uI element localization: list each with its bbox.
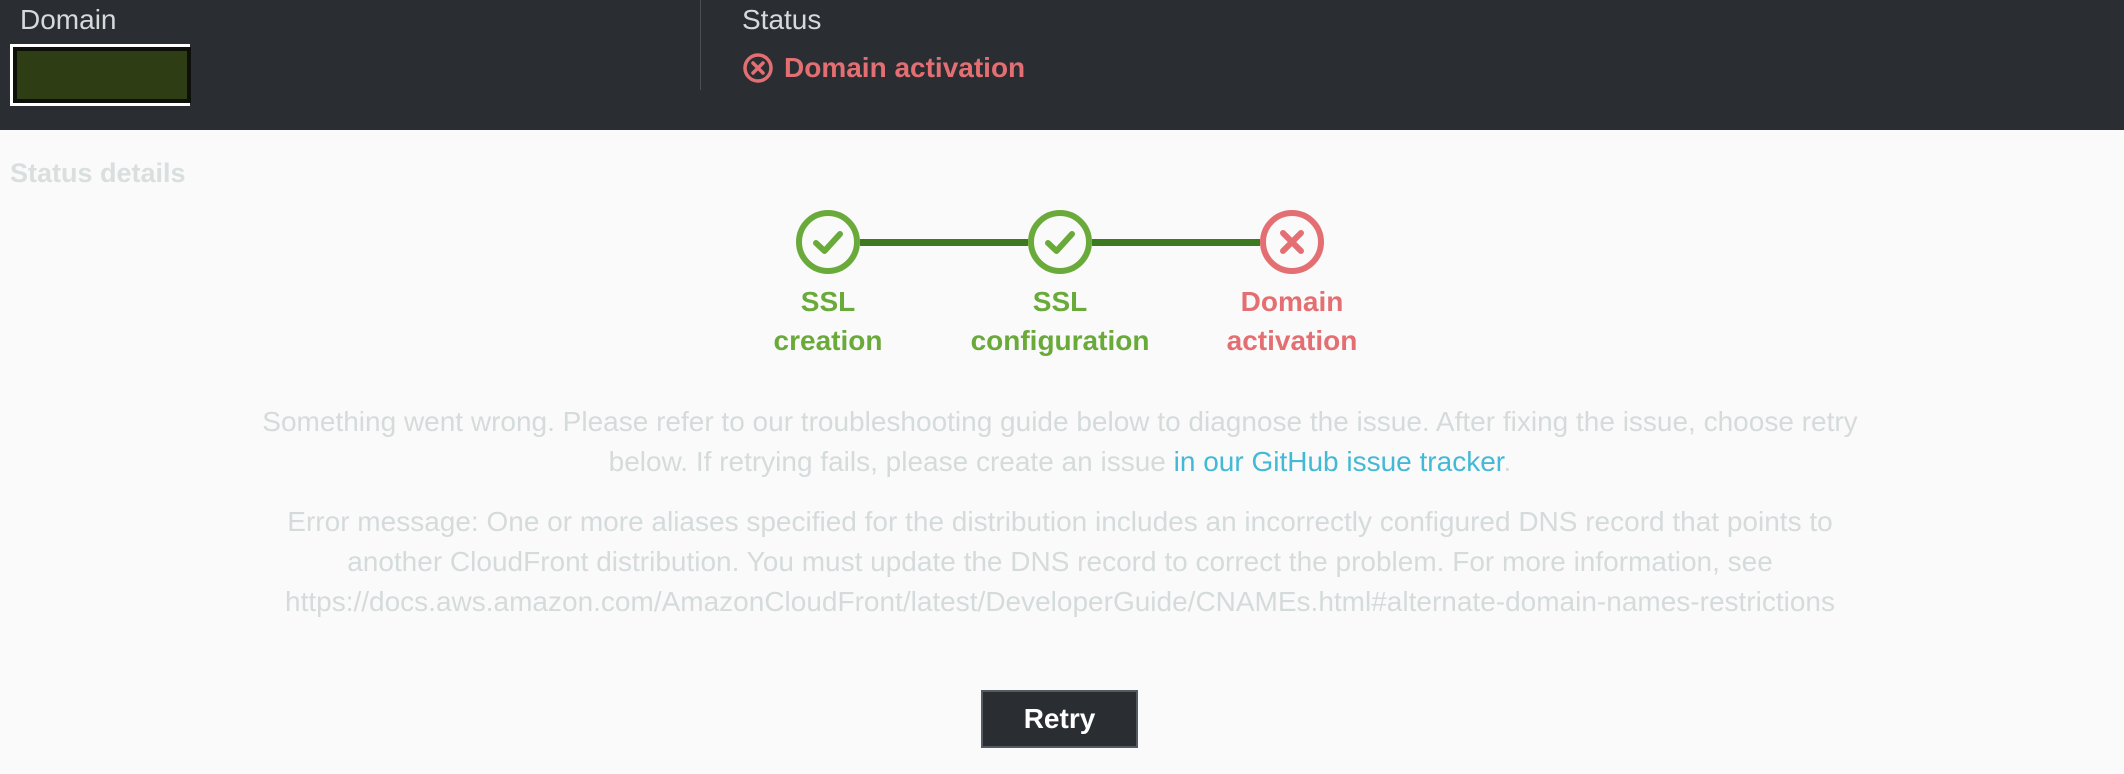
step-1-label-line1: SSL — [800, 286, 856, 317]
status-label: Status — [742, 4, 822, 35]
domain-column: Domain — [0, 0, 700, 130]
step-2-label: SSL configuration — [940, 282, 1180, 360]
step-2-check-circle-icon — [1028, 210, 1092, 274]
step-2-label-line2: configuration — [970, 325, 1150, 356]
step-3-x-circle-icon — [1260, 210, 1324, 274]
step-connector-1 — [860, 239, 1028, 246]
step-3-label-line1: Domain — [1240, 286, 1344, 317]
step-2-label-line1: SSL — [1032, 286, 1088, 317]
step-connector-2 — [1092, 239, 1260, 246]
column-divider — [700, 0, 701, 90]
troubleshooting-text: Something went wrong. Please refer to ou… — [262, 406, 1858, 477]
troubleshooting-period: . — [1503, 446, 1512, 477]
step-1-label: SSL creation — [708, 282, 948, 360]
progress-stepper: SSL creation SSL configuration Domain ac… — [0, 200, 2124, 370]
step-1-check-circle-icon — [796, 210, 860, 274]
redaction-block — [13, 47, 191, 103]
domain-value-redacted — [10, 44, 191, 106]
step-1-label-line2: creation — [773, 325, 883, 356]
retry-button[interactable]: Retry — [981, 690, 1138, 748]
domain-label: Domain — [20, 4, 117, 35]
error-message: Error message: One or more aliases speci… — [285, 506, 1835, 617]
step-3-label: Domain activation — [1172, 282, 1412, 360]
status-details-title: Status details — [10, 158, 186, 188]
troubleshooting-message: Something went wrong. Please refer to ou… — [260, 402, 1860, 482]
status-value-text: Domain activation — [784, 52, 1026, 83]
step-3-label-line2: activation — [1226, 325, 1358, 356]
status-value: Domain activation — [742, 52, 1025, 84]
error-circle-icon — [743, 53, 773, 83]
github-issue-tracker-link[interactable]: in our GitHub issue tracker — [1174, 446, 1504, 477]
domain-status-header: Domain Status Domain activation — [0, 0, 2124, 130]
